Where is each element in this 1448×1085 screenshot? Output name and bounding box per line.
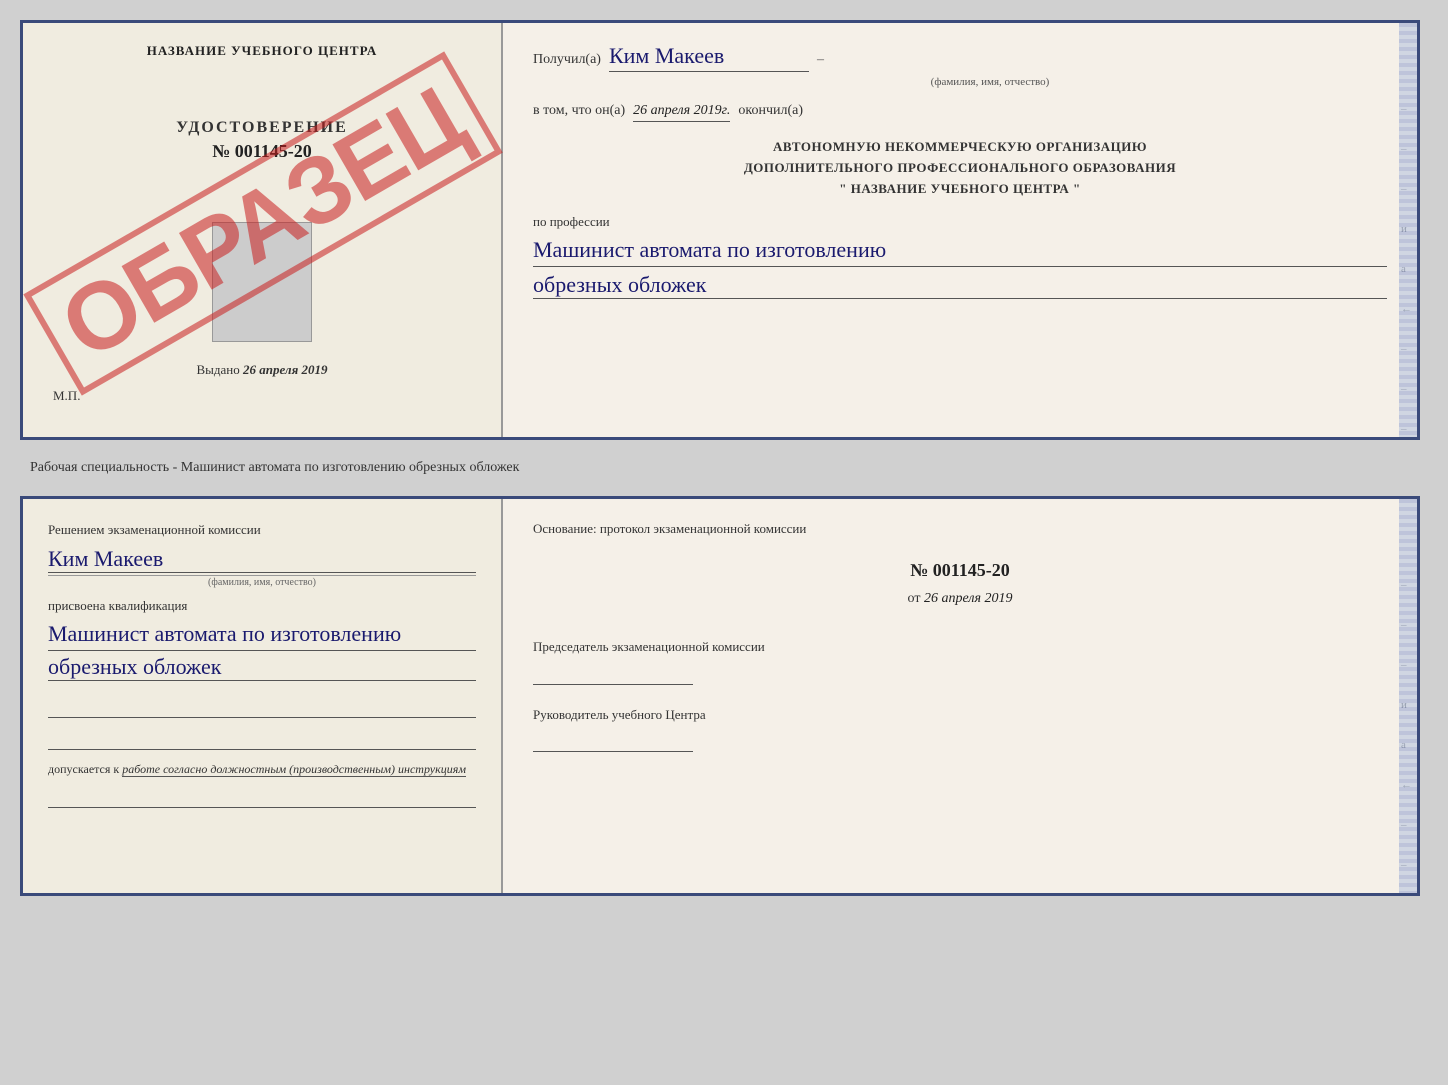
recipient-name-bottom: Ким Макеев xyxy=(48,546,476,573)
osnovanie-label: Основание: протокол экзаменационной коми… xyxy=(533,519,1387,540)
top-doc-left: НАЗВАНИЕ УЧЕБНОГО ЦЕНТРА ОБРАЗЕЦ УДОСТОВ… xyxy=(23,23,503,437)
edge-binding-top xyxy=(1399,23,1417,437)
edge-binding-bottom xyxy=(1399,499,1417,893)
final-blank-line xyxy=(48,786,476,808)
dopuskaetsya-prefix: допускается к xyxy=(48,762,119,776)
udostoverenie-label: УДОСТОВЕРЕНИЕ xyxy=(48,119,476,137)
rukovoditel-label: Руководитель учебного Центра xyxy=(533,705,1387,726)
vydano-date: 26 апреля 2019 xyxy=(243,362,328,377)
profession-line1-top: Машинист автомата по изготовлению xyxy=(533,235,1387,267)
predsedatel-label: Председатель экзаменационной комиссии xyxy=(533,637,1387,658)
org-line2: ДОПОЛНИТЕЛЬНОГО ПРОФЕССИОНАЛЬНОГО ОБРАЗО… xyxy=(533,158,1387,179)
rukovoditel-block: Руководитель учебного Центра xyxy=(533,705,1387,753)
qualification-line1: Машинист автомата по изготовлению xyxy=(48,619,476,651)
blank-line-1 xyxy=(48,696,476,718)
org-block: АВТОНОМНУЮ НЕКОММЕРЧЕСКУЮ ОРГАНИЗАЦИЮ ДО… xyxy=(533,137,1387,199)
vydano-line: Выдано 26 апреля 2019 xyxy=(48,362,476,378)
ot-date-value: 26 апреля 2019 xyxy=(924,591,1012,606)
qualification-line2: обрезных обложек xyxy=(48,654,476,681)
bottom-doc-right: Основание: протокол экзаменационной коми… xyxy=(503,499,1417,893)
okonchil-label: окончил(а) xyxy=(738,103,803,119)
mp-line: М.П. xyxy=(48,388,476,404)
resheniem-label: Решением экзаменационной комиссии xyxy=(48,519,476,541)
blank-line-2 xyxy=(48,728,476,750)
v-tom-prefix: в том, что он(а) xyxy=(533,103,625,119)
protocol-number: № 001145-20 xyxy=(533,560,1387,581)
fio-caption-top: (фамилия, имя, отчество) xyxy=(593,76,1387,88)
top-document: НАЗВАНИЕ УЧЕБНОГО ЦЕНТРА ОБРАЗЕЦ УДОСТОВ… xyxy=(20,20,1420,440)
rukovoditel-sign-line xyxy=(533,730,693,752)
bottom-document: Решением экзаменационной комиссии Ким Ма… xyxy=(20,496,1420,896)
poluchil-line: Получил(а) Ким Макеев – xyxy=(533,43,1387,72)
predsedatel-sign-line xyxy=(533,663,693,685)
po-professii-label: по профессии xyxy=(533,214,1387,230)
v-tom-line: в том, что он(а) 26 апреля 2019г. окончи… xyxy=(533,103,1387,122)
org-line1: АВТОНОМНУЮ НЕКОММЕРЧЕСКУЮ ОРГАНИЗАЦИЮ xyxy=(533,137,1387,158)
completion-date-top: 26 апреля 2019г. xyxy=(633,103,730,122)
dopuskaetsya-text: работе согласно должностным (производств… xyxy=(122,762,466,777)
bottom-doc-left: Решением экзаменационной комиссии Ким Ма… xyxy=(23,499,503,893)
dopuskaetsya-block: допускается к работе согласно должностны… xyxy=(48,760,476,778)
top-doc-right: Получил(а) Ким Макеев – (фамилия, имя, о… xyxy=(503,23,1417,437)
profession-line2-top: обрезных обложек xyxy=(533,272,1387,299)
predsedatel-block: Председатель экзаменационной комиссии xyxy=(533,637,1387,685)
vydano-prefix: Выдано xyxy=(196,362,239,377)
page-container: НАЗВАНИЕ УЧЕБНОГО ЦЕНТРА ОБРАЗЕЦ УДОСТОВ… xyxy=(20,20,1428,896)
ot-date-block: от 26 апреля 2019 xyxy=(533,591,1387,607)
training-center-top: НАЗВАНИЕ УЧЕБНОГО ЦЕНТРА xyxy=(48,43,476,59)
separator-text: Рабочая специальность - Машинист автомат… xyxy=(20,452,1428,484)
fio-caption-bottom: (фамилия, имя, отчество) xyxy=(48,575,476,588)
dash-top: – xyxy=(817,52,824,68)
poluchil-label: Получил(а) xyxy=(533,52,601,68)
org-name: " НАЗВАНИЕ УЧЕБНОГО ЦЕНТРА " xyxy=(533,179,1387,200)
photo-placeholder xyxy=(212,222,312,342)
recipient-name-top: Ким Макеев xyxy=(609,43,809,72)
udostoverenie-number: № 001145-20 xyxy=(48,141,476,162)
udostoverenie-block: УДОСТОВЕРЕНИЕ № 001145-20 xyxy=(48,119,476,162)
prisvoena-label: присвоена квалификация xyxy=(48,598,476,614)
ot-prefix: от xyxy=(908,591,921,606)
